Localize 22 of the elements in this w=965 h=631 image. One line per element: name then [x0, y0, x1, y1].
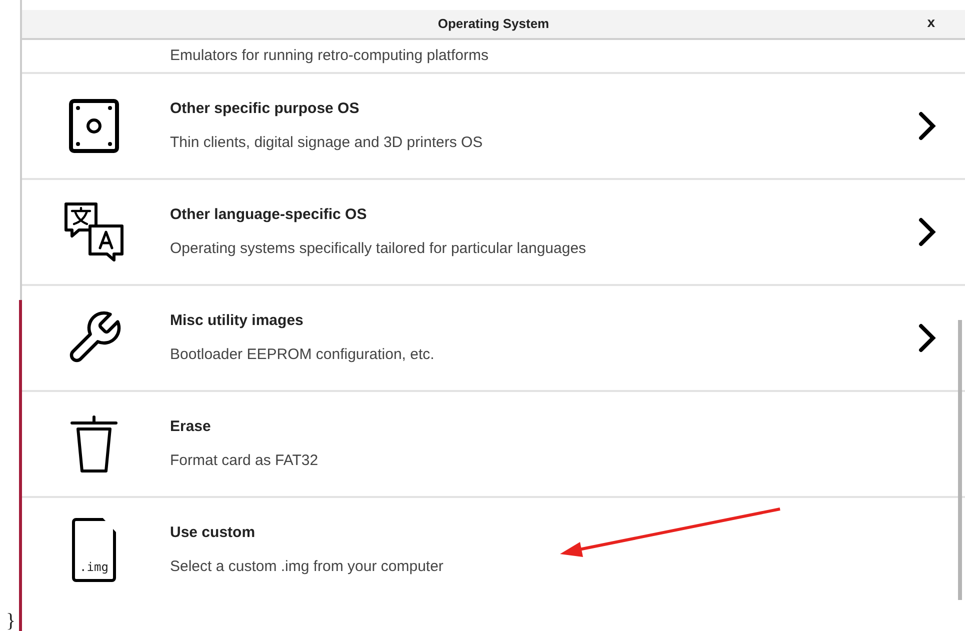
item-title: Other specific purpose OS: [170, 98, 360, 118]
close-button[interactable]: x: [927, 15, 935, 29]
os-list-item[interactable]: Misc utility images Bootloader EEPROM configuration, etc.: [22, 284, 965, 390]
item-title: Use custom: [170, 522, 256, 542]
scrollbar[interactable]: [958, 320, 962, 600]
file-icon: .img: [72, 518, 116, 582]
trash-icon: [69, 413, 119, 475]
os-list-item[interactable]: Other specific purpose OS Thin clients, digital signage and 3D printers OS: [22, 72, 965, 178]
item-description: Format card as FAT32: [170, 451, 320, 471]
item-description: Operating systems specifically tailored for particular languages: [170, 239, 588, 259]
dialog-title: Operating System: [438, 15, 550, 34]
item-description: Emulators for running retro-computing platforms: [170, 46, 488, 66]
brace-text: }: [6, 611, 16, 631]
item-title: Other language-specific OS: [170, 204, 368, 224]
item-description: Bootloader EEPROM configuration, etc.: [170, 345, 436, 365]
translate-icon: [63, 201, 125, 263]
item-description: Thin clients, digital signage and 3D printers OS: [170, 133, 484, 153]
os-list-item[interactable]: Other language-specific OS Operating systems specifically tailored for particular languages: [22, 178, 965, 284]
item-title: Misc utility images: [170, 310, 304, 330]
board-icon: [68, 98, 120, 154]
item-description: Select a custom .img from your computer: [170, 557, 444, 577]
item-title: Erase: [170, 416, 212, 436]
